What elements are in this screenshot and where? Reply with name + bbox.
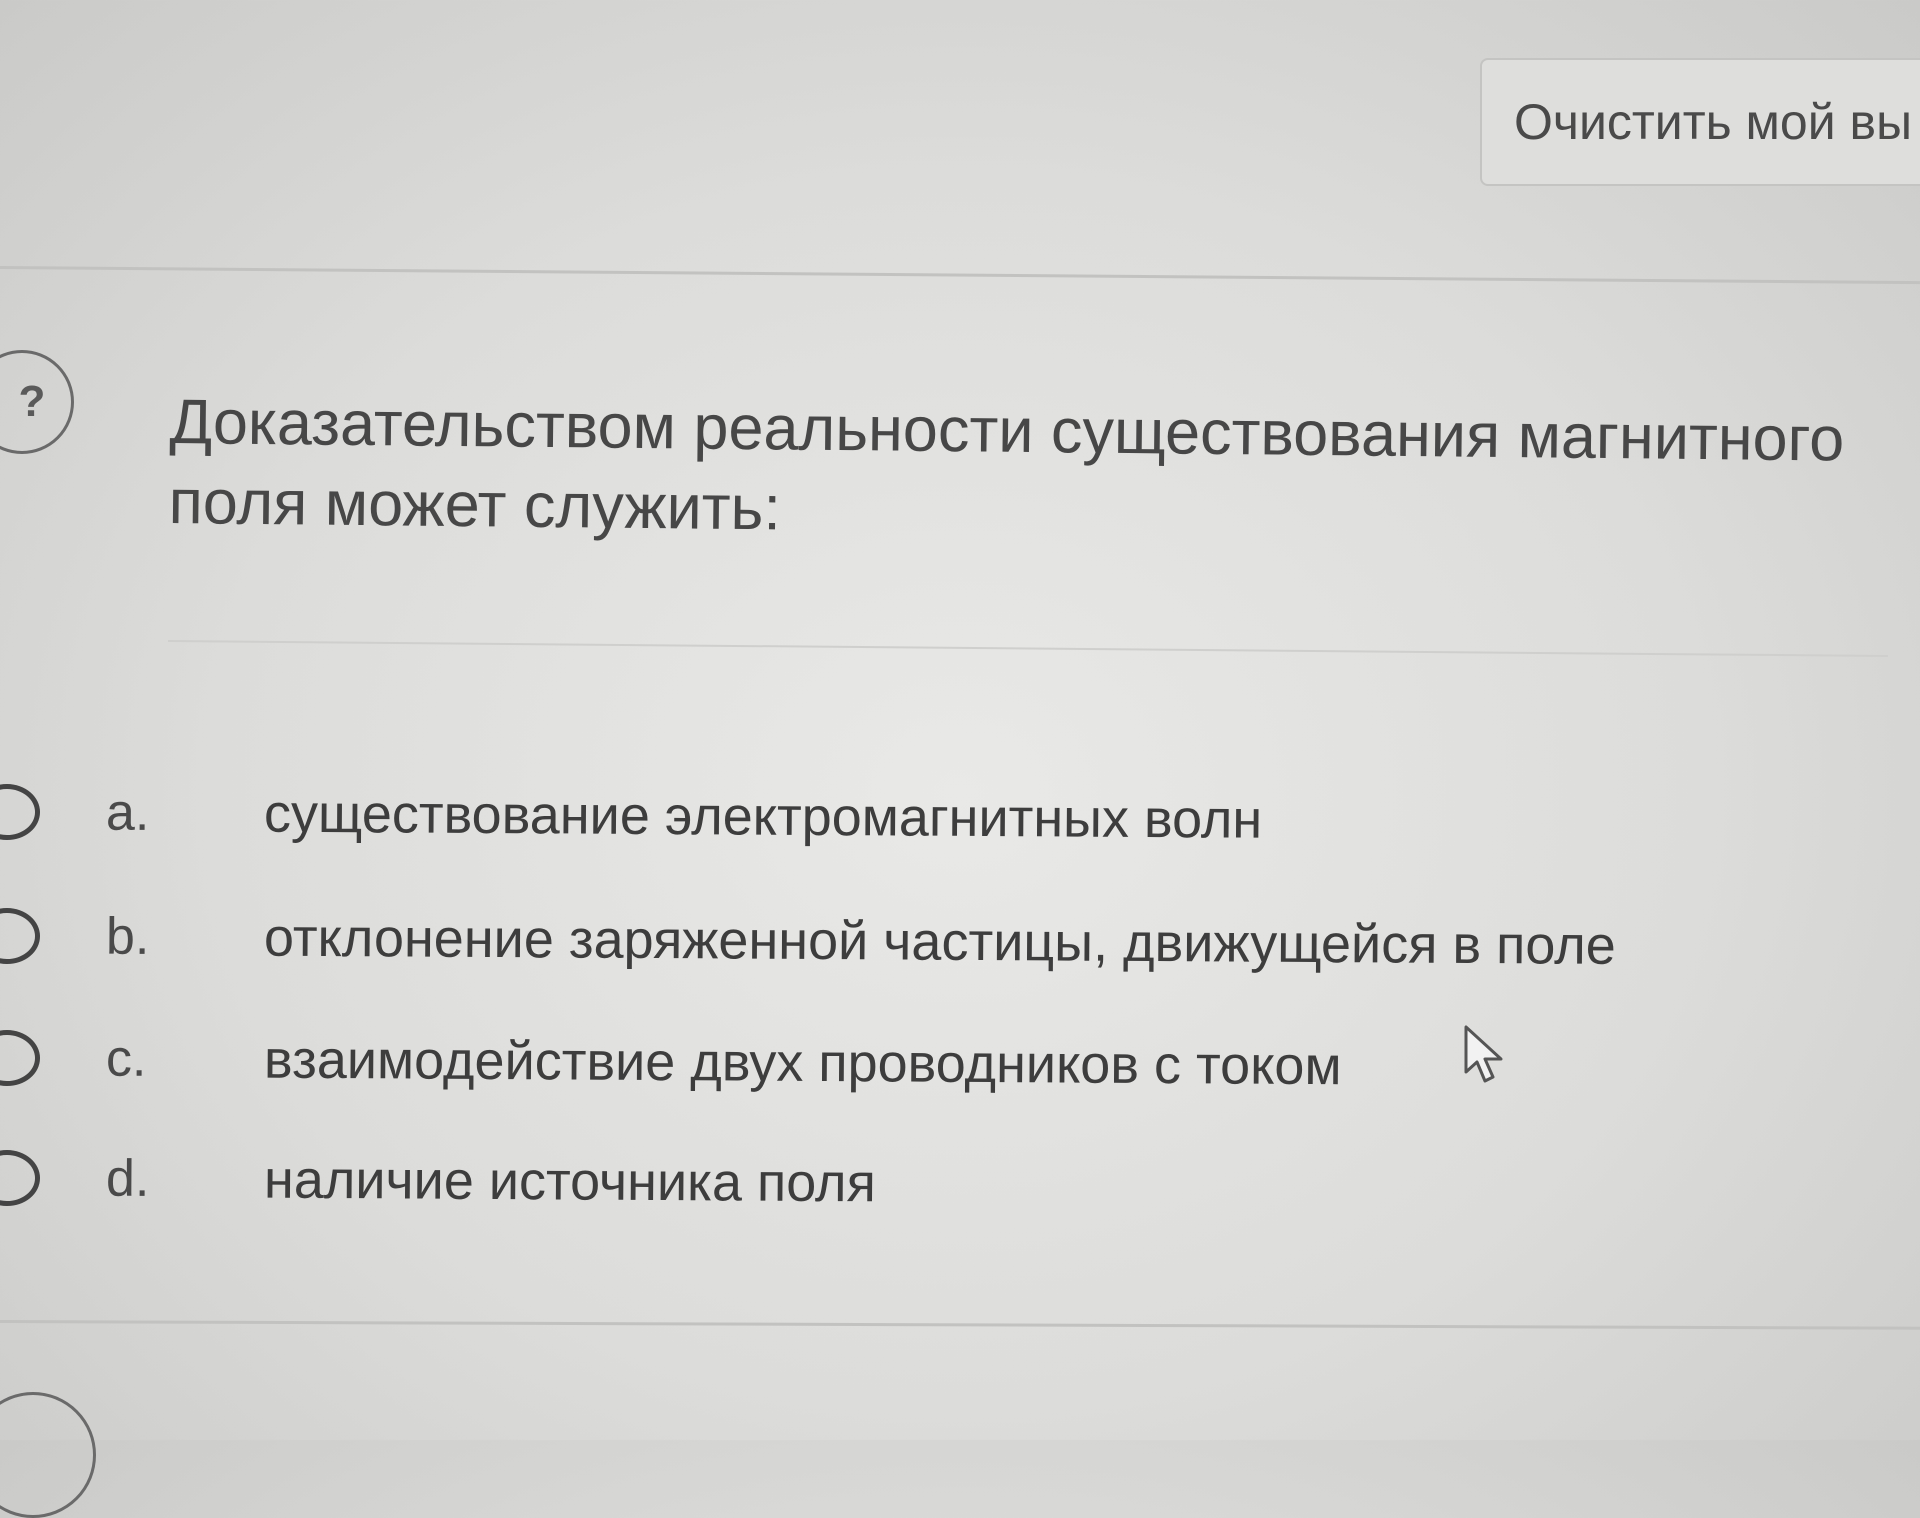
answer-radio-c[interactable] bbox=[0, 1029, 41, 1087]
answer-option-d[interactable]: d. наличие источника поля bbox=[0, 1130, 1800, 1241]
answer-letter-a: a. bbox=[105, 783, 150, 842]
answer-text-a[interactable]: существование электромагнитных волн bbox=[264, 782, 1263, 852]
answer-radio-d[interactable] bbox=[0, 1149, 41, 1207]
answer-letter-d: d. bbox=[105, 1149, 150, 1208]
answer-text-b[interactable]: отклонение заряженной частицы, движущейс… bbox=[264, 906, 1616, 978]
answer-text-c[interactable]: взаимодействие двух проводников с током bbox=[264, 1028, 1342, 1099]
answer-letter-b: b. bbox=[105, 907, 150, 966]
answer-text-d[interactable]: наличие источника поля bbox=[264, 1148, 876, 1216]
mouse-pointer-icon bbox=[1464, 1025, 1503, 1083]
answer-list: a. существование электромагнитных волн b… bbox=[0, 0, 1920, 1440]
answer-option-a[interactable]: a. существование электромагнитных волн bbox=[0, 764, 1800, 875]
answer-option-b[interactable]: b. отклонение заряженной частицы, движущ… bbox=[0, 888, 1800, 999]
answer-letter-c: c. bbox=[105, 1029, 147, 1088]
answer-option-c[interactable]: c. взаимодействие двух проводников с ток… bbox=[0, 1010, 1800, 1121]
answer-radio-a[interactable] bbox=[0, 783, 41, 841]
answer-radio-b[interactable] bbox=[0, 907, 41, 965]
